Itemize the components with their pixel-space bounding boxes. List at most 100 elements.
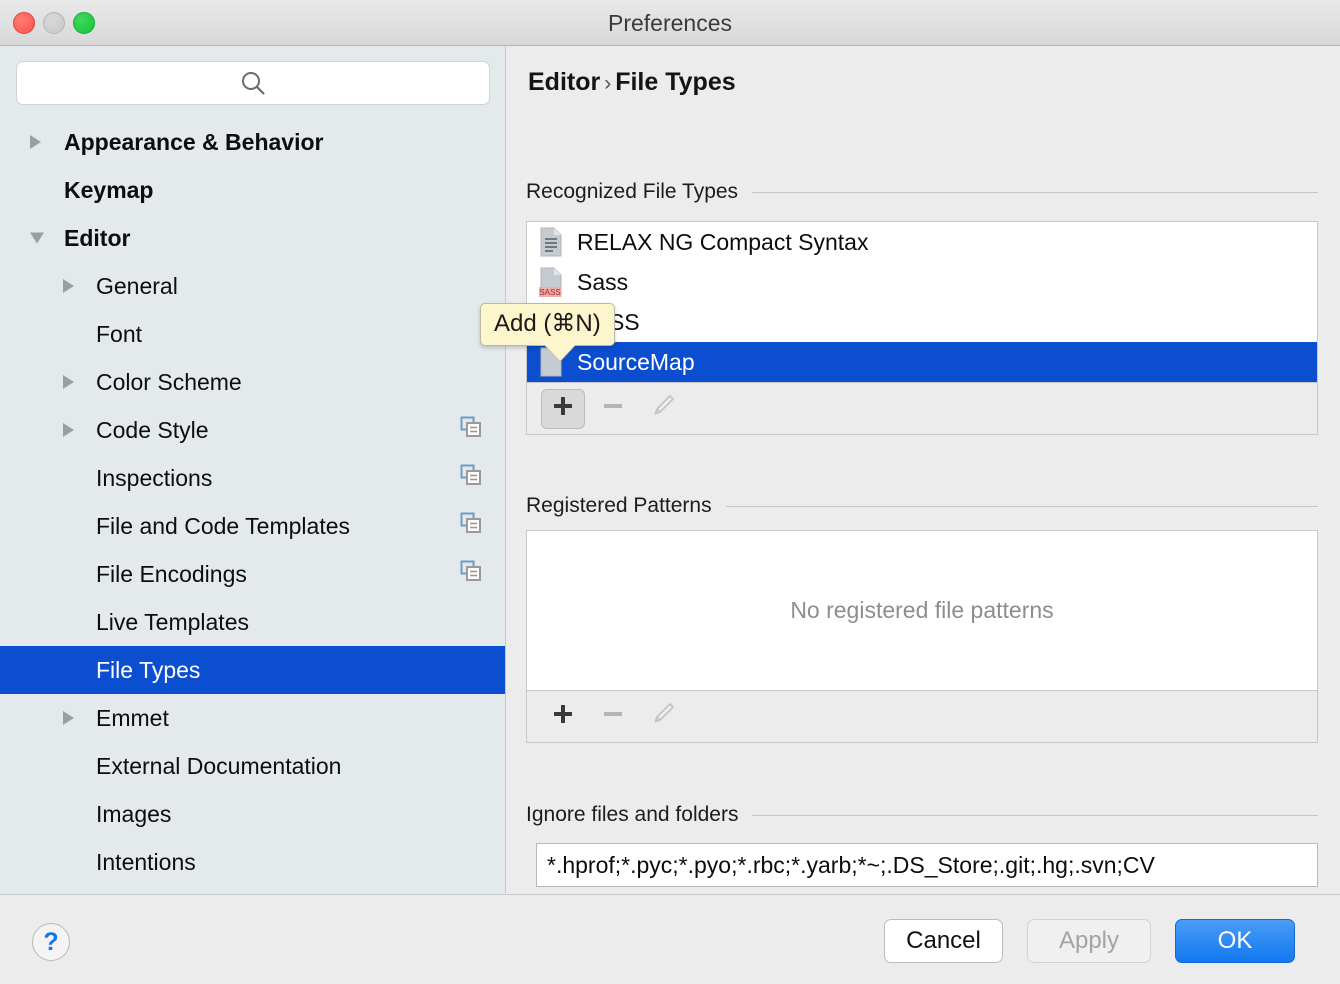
sidebar-item-font[interactable]: Font [0, 310, 505, 358]
settings-tree: Appearance & Behavior Keymap Editor General… [0, 118, 505, 886]
plus-button[interactable] [541, 388, 585, 429]
registered-patterns-list[interactable]: No registered file patterns [526, 530, 1318, 691]
header-rule [725, 505, 1318, 507]
search-input[interactable] [16, 61, 490, 105]
file-text-icon [539, 227, 563, 257]
sidebar-item-label: General [96, 273, 178, 299]
breadcrumb: Editor › File Types [528, 68, 736, 97]
sidebar-item-images[interactable]: Images [0, 790, 505, 838]
recognized-file-types-title: Recognized File Types [526, 180, 739, 203]
recognized-file-types-list[interactable]: RELAX NG Compact SyntaxSASSSassSASSSCSSS… [526, 221, 1318, 383]
sidebar-item-file-and-code-templates[interactable]: File and Code Templates [0, 502, 505, 550]
recognized-file-types-toolbar [526, 383, 1318, 435]
sidebar-item-label: Live Templates [96, 609, 249, 635]
registered-patterns-empty-text: No registered file patterns [790, 597, 1054, 623]
sidebar-item-editor[interactable]: Editor [0, 214, 505, 262]
sidebar-item-keymap[interactable]: Keymap [0, 166, 505, 214]
apply-button-label: Apply [1058, 927, 1120, 954]
sidebar-item-file-encodings[interactable]: File Encodings [0, 550, 505, 598]
ok-button-label: OK [1217, 927, 1253, 954]
sidebar-item-emmet[interactable]: Emmet [0, 694, 505, 742]
breadcrumb-separator-icon: › [604, 72, 612, 95]
sidebar-item-file-types[interactable]: File Types [0, 646, 505, 694]
sidebar-item-inspections[interactable]: Inspections [0, 454, 505, 502]
chevron-down-icon[interactable] [30, 232, 44, 244]
chevron-right-icon[interactable] [63, 279, 74, 293]
file-type-row[interactable]: SASS Sass [527, 262, 1317, 302]
help-button[interactable]: ? [32, 923, 70, 961]
registered-patterns-title: Registered Patterns [526, 494, 712, 517]
chevron-right-icon[interactable] [63, 711, 74, 725]
preferences-window: Preferences Appearance & Behavior Keymap E… [0, 0, 1340, 984]
ignore-files-input[interactable] [536, 843, 1318, 887]
registered-patterns-toolbar [526, 691, 1318, 743]
chevron-right-icon[interactable] [30, 135, 41, 149]
sidebar-item-label: External Documentation [96, 753, 342, 779]
ok-button[interactable]: OK [1175, 919, 1295, 963]
ignore-files-header: Ignore files and folders [526, 803, 1318, 827]
file-type-label: SourceMap [577, 349, 695, 375]
file-type-row[interactable]: RELAX NG Compact Syntax [527, 222, 1317, 262]
svg-text:SASS: SASS [539, 288, 560, 297]
help-icon: ? [43, 927, 59, 956]
sidebar-item-label: Color Scheme [96, 369, 242, 395]
tooltip-text: Add (⌘N) [494, 310, 601, 337]
pencil-button [641, 697, 685, 737]
pencil-icon [650, 701, 676, 732]
window-titlebar: Preferences [0, 0, 1340, 46]
sidebar-item-appearance-behavior[interactable]: Appearance & Behavior [0, 118, 505, 166]
header-rule [752, 191, 1318, 193]
sidebar-item-label: Code Style [96, 417, 209, 443]
sidebar-item-general[interactable]: General [0, 262, 505, 310]
minus-button [591, 389, 635, 429]
breadcrumb-parent[interactable]: Editor [528, 68, 600, 96]
header-rule [752, 814, 1318, 816]
chevron-right-icon[interactable] [63, 375, 74, 389]
copy-settings-icon[interactable] [460, 454, 482, 502]
copy-settings-icon[interactable] [460, 406, 482, 454]
sidebar-item-external-documentation[interactable]: External Documentation [0, 742, 505, 790]
sidebar-item-label: Keymap [64, 177, 154, 203]
chevron-right-icon[interactable] [63, 423, 74, 437]
minus-button [591, 697, 635, 737]
cancel-button-label: Cancel [906, 927, 981, 954]
minus-icon [601, 394, 625, 423]
breadcrumb-current: File Types [615, 68, 736, 96]
pencil-button [641, 389, 685, 429]
sidebar-item-label: File and Code Templates [96, 513, 350, 539]
sidebar-item-label: Emmet [96, 705, 169, 731]
plus-button[interactable] [541, 697, 585, 737]
pencil-icon [650, 393, 676, 424]
file-type-label: Sass [577, 269, 629, 295]
settings-main-panel: Editor › File Types Recognized File Types … [507, 46, 1340, 893]
copy-settings-icon[interactable] [460, 550, 482, 598]
plus-icon [551, 394, 575, 423]
sidebar-item-label: Intentions [96, 849, 196, 875]
window-title: Preferences [607, 10, 732, 36]
ignore-files-title: Ignore files and folders [526, 803, 739, 826]
sidebar-item-label: Inspections [96, 465, 213, 491]
file-type-label: RELAX NG Compact Syntax [577, 229, 869, 255]
sidebar-item-label: File Encodings [96, 561, 247, 587]
sidebar-item-label: Images [96, 801, 172, 827]
sidebar-item-label: File Types [96, 657, 201, 683]
settings-sidebar: Appearance & Behavior Keymap Editor General… [0, 46, 506, 893]
sidebar-item-label: Editor [64, 225, 131, 251]
search-field-wrapper [16, 61, 490, 105]
file-type-row[interactable]: SourceMap [527, 342, 1317, 382]
tooltip-arrow-icon [545, 345, 575, 361]
file-type-row[interactable]: SASSSCSS [527, 302, 1317, 342]
registered-patterns-header: Registered Patterns [526, 494, 1318, 518]
sidebar-item-label: Font [96, 321, 143, 347]
sidebar-item-label: Appearance & Behavior [64, 129, 324, 155]
sidebar-item-color-scheme[interactable]: Color Scheme [0, 358, 505, 406]
sidebar-item-intentions[interactable]: Intentions [0, 838, 505, 886]
sidebar-item-live-templates[interactable]: Live Templates [0, 598, 505, 646]
cancel-button[interactable]: Cancel [884, 919, 1003, 963]
add-button-tooltip: Add (⌘N) [480, 303, 615, 361]
apply-button[interactable]: Apply [1027, 919, 1151, 963]
sidebar-item-code-style[interactable]: Code Style [0, 406, 505, 454]
file-sass-icon: SASS [539, 267, 563, 297]
copy-settings-icon[interactable] [460, 502, 482, 550]
recognized-file-types-header: Recognized File Types [526, 180, 1318, 204]
